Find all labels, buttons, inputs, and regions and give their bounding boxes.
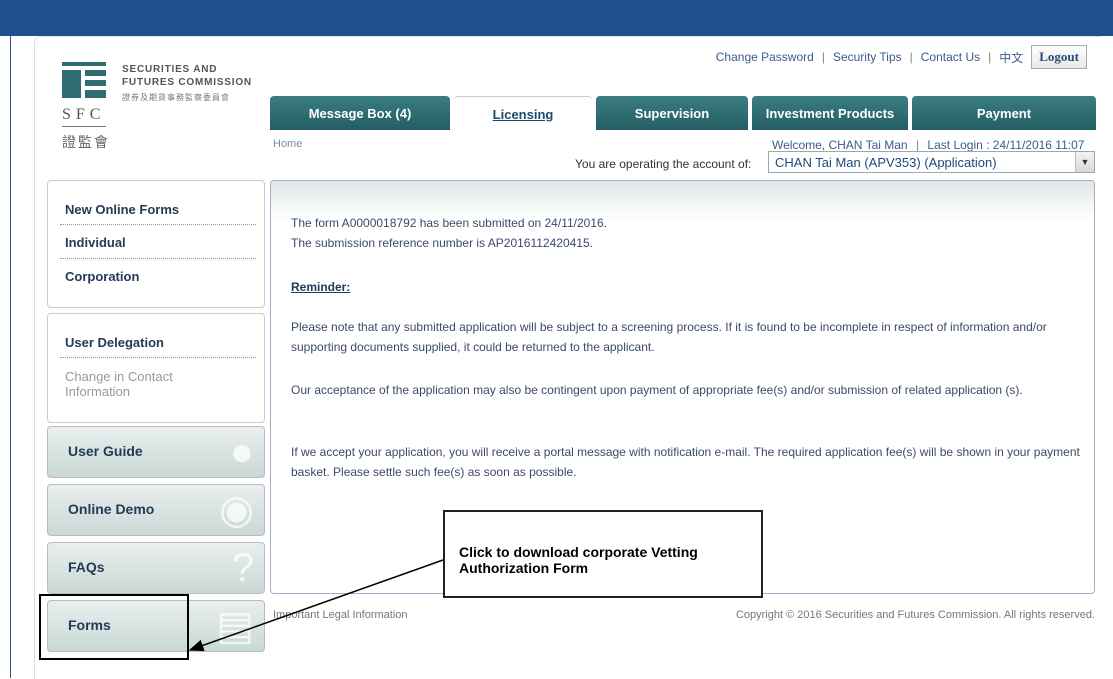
account-select-value: CHAN Tai Man (APV353) (Application)	[775, 155, 997, 170]
sidebar-forms-group: New Online Forms Individual Corporation	[47, 180, 265, 308]
logo-chinese-abbr: 證監會	[62, 135, 110, 151]
tab-message-box[interactable]: Message Box (4)	[270, 96, 450, 130]
lightbulb-icon: ●	[229, 430, 254, 474]
logout-button[interactable]: Logout	[1031, 45, 1087, 69]
logo-text-line1: SECURITIES AND	[122, 64, 218, 75]
sfc-logo-mark	[62, 62, 106, 98]
tab-supervision[interactable]: Supervision	[596, 96, 748, 130]
sidebar-item-change-contact: Change in Contact Information	[65, 369, 173, 399]
copyright-text: Copyright © 2016 Securities and Futures …	[735, 609, 1095, 621]
annotation-callout: Click to download corporate Vetting Auth…	[443, 510, 763, 598]
main-tabs: Message Box (4) Licensing Supervision In…	[270, 96, 1096, 131]
logo-chinese-text: 證券及期貨事務監察委員會	[122, 93, 230, 102]
camera-icon: ◉	[219, 488, 254, 532]
logo-text-line2: FUTURES COMMISSION	[122, 77, 252, 88]
logo-divider	[62, 126, 106, 127]
welcome-text: Welcome, CHAN Tai Man	[772, 138, 908, 152]
reminder-heading: Reminder:	[291, 280, 351, 294]
top-links: Change Password | Security Tips | Contac…	[716, 45, 1087, 69]
sidebar-divider	[60, 224, 256, 225]
logo-abbr: SFC	[62, 106, 106, 123]
reminder-para-screening: Please note that any submitted applicati…	[291, 320, 1047, 354]
reminder-para-acceptance: Our acceptance of the application may al…	[291, 383, 1023, 397]
tab-payment[interactable]: Payment	[912, 96, 1096, 130]
faqs-button[interactable]: FAQs ?	[47, 542, 265, 594]
chinese-language-link[interactable]: 中文	[999, 49, 1023, 66]
sidebar-item-user-delegation[interactable]: User Delegation	[65, 335, 164, 350]
faqs-label: FAQs	[68, 559, 105, 575]
link-separator: |	[909, 50, 913, 64]
legal-info-link[interactable]: Important Legal Information	[273, 609, 408, 621]
reminder-para-payment: If we accept your application, you will …	[291, 445, 1080, 479]
online-demo-button[interactable]: Online Demo ◉	[47, 484, 265, 536]
change-contact-line1: Change in Contact	[65, 369, 173, 384]
frame-top-bar	[10, 10, 1113, 36]
link-separator: |	[988, 50, 992, 64]
change-contact-line2: Information	[65, 384, 131, 399]
welcome-separator: |	[915, 138, 920, 152]
change-password-link[interactable]: Change Password	[716, 50, 814, 64]
user-guide-button[interactable]: User Guide ●	[47, 426, 265, 478]
breadcrumb-home[interactable]: Home	[273, 138, 302, 150]
security-tips-link[interactable]: Security Tips	[833, 50, 902, 64]
last-login-text: Last Login : 24/11/2016 11:07	[927, 138, 1085, 152]
sidebar-delegation-group: User Delegation Change in Contact Inform…	[47, 313, 265, 423]
operating-account-label: You are operating the account of:	[575, 157, 752, 171]
chevron-down-icon[interactable]: ▼	[1075, 152, 1094, 172]
sidebar-divider	[60, 357, 256, 358]
tab-licensing[interactable]: Licensing	[454, 96, 592, 131]
document-icon: ▤	[216, 604, 254, 648]
forms-highlight-box	[39, 594, 189, 660]
reference-line: The submission reference number is AP201…	[291, 236, 593, 250]
welcome-info: Welcome, CHAN Tai Man | Last Login : 24/…	[772, 138, 1084, 152]
user-guide-label: User Guide	[68, 443, 143, 459]
question-icon: ?	[231, 546, 254, 590]
sidebar-divider	[60, 258, 256, 259]
sfc-logo[interactable]: SECURITIES AND FUTURES COMMISSION 證券及期貨事…	[62, 62, 262, 172]
submission-line: The form A0000018792 has been submitted …	[291, 216, 608, 230]
contact-us-link[interactable]: Contact Us	[921, 50, 980, 64]
sidebar-item-individual[interactable]: Individual	[65, 235, 126, 250]
sidebar-item-corporation[interactable]: Corporation	[65, 269, 139, 284]
tab-investment-products[interactable]: Investment Products	[752, 96, 908, 130]
account-select[interactable]: CHAN Tai Man (APV353) (Application) ▼	[768, 151, 1095, 173]
online-demo-label: Online Demo	[68, 501, 155, 517]
link-separator: |	[821, 50, 825, 64]
annotation-callout-text: Click to download corporate Vetting Auth…	[459, 544, 698, 576]
sidebar-item-new-online-forms[interactable]: New Online Forms	[65, 202, 179, 217]
